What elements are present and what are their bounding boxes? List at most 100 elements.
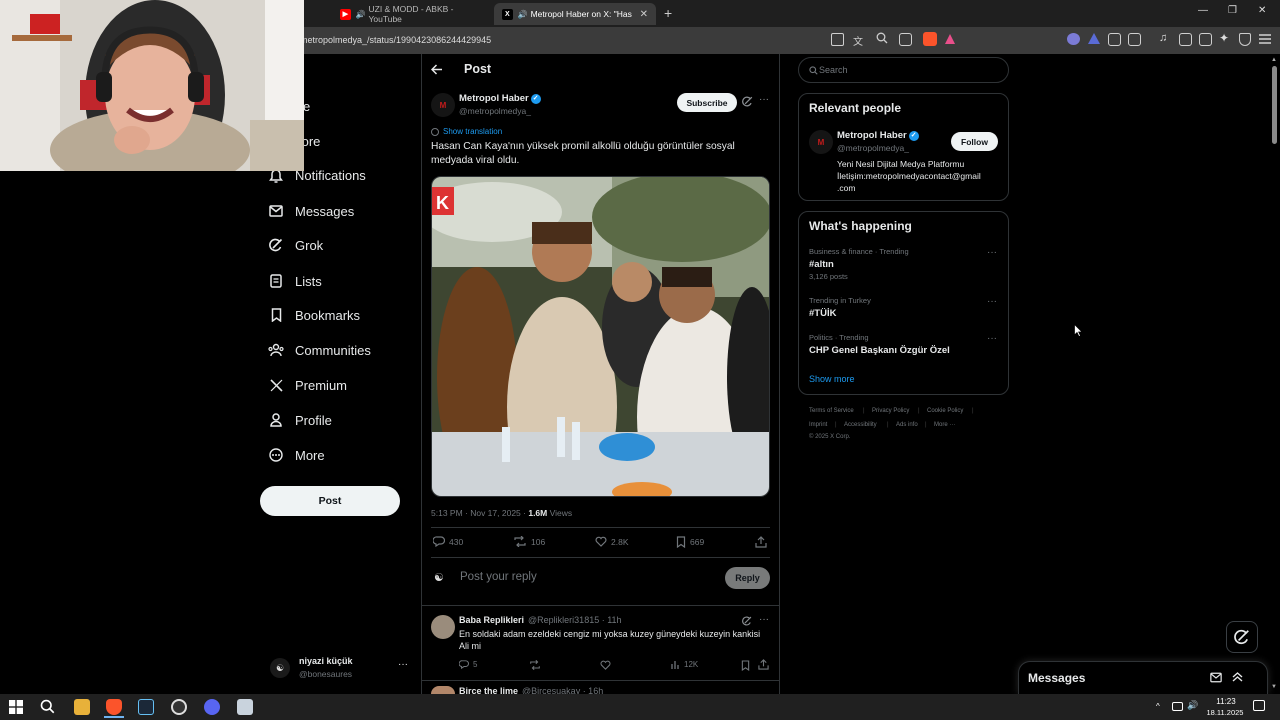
search-input[interactable]: Search [798, 57, 1009, 83]
repost-icon[interactable] [529, 660, 541, 670]
person-name-link[interactable]: Metropol Haber ✓ [837, 130, 919, 141]
notification-center-icon[interactable] [1253, 700, 1265, 711]
nav-lists[interactable]: Lists [268, 268, 322, 294]
scrollbar-thumb[interactable] [1272, 66, 1277, 144]
puzzle-icon[interactable] [1108, 33, 1121, 46]
footer-link[interactable]: Imprint [809, 422, 827, 428]
nav-grok[interactable]: Grok [268, 232, 323, 258]
discord-icon[interactable] [204, 699, 220, 715]
avatar[interactable] [431, 615, 455, 639]
app-icon[interactable] [237, 699, 253, 715]
close-tab-icon[interactable]: ✕ [640, 9, 648, 20]
trend-item[interactable]: Trending in Turkey #TÜİK [809, 296, 871, 319]
reply-replies-action[interactable]: 5 [459, 660, 477, 669]
repost-action[interactable]: 106 [513, 536, 545, 547]
footer-link[interactable]: Privacy Policy [872, 408, 909, 414]
zoom-icon[interactable] [876, 32, 888, 44]
reply-action[interactable]: 430 [433, 536, 463, 547]
windows-start-icon[interactable] [9, 700, 23, 714]
reply-author[interactable]: Baba Replikleri @Replikleri31815 · 11h [459, 615, 622, 625]
leo-ai-icon[interactable]: ✦ [1219, 31, 1229, 45]
more-dots-icon[interactable]: ··· [987, 247, 997, 258]
grok-icon[interactable] [742, 96, 753, 107]
translate-icon[interactable]: 文 [853, 33, 863, 48]
nav-messages[interactable]: Messages [268, 198, 354, 224]
brave-shields-icon[interactable] [923, 32, 937, 46]
footer-link[interactable]: Cookie Policy [927, 408, 963, 414]
address-bar[interactable]: metropolmedya_/status/199042308624442994… [300, 35, 491, 45]
avatar[interactable]: M [809, 130, 833, 154]
wallet-icon[interactable] [1199, 33, 1212, 46]
tab-x-post[interactable]: X 🔊 Metropol Haber on X: "Hasan ✕ [494, 3, 656, 25]
reply-author[interactable]: Birce the lime @Bircesuakay · 16h [459, 686, 603, 694]
footer-link[interactable]: Terms of Service [809, 408, 854, 414]
reply-button[interactable]: Reply [725, 567, 770, 589]
screen-icon[interactable] [831, 33, 844, 46]
nav-profile[interactable]: Profile [268, 407, 332, 433]
more-dots-icon[interactable]: ··· [398, 659, 408, 670]
like-action[interactable]: 2.8K [595, 536, 629, 547]
network-icon[interactable] [1172, 702, 1183, 711]
post-media-video[interactable]: K [431, 176, 770, 497]
share-action[interactable] [755, 536, 771, 548]
page-scrollbar[interactable] [1270, 54, 1280, 694]
footer-link[interactable]: Accessibility [844, 422, 877, 428]
nav-communities[interactable]: Communities [268, 337, 371, 363]
volume-icon[interactable]: 🔊 [1187, 700, 1198, 711]
nav-premium[interactable]: Premium [268, 372, 347, 398]
taskbar-time[interactable]: 11:23 [1212, 697, 1240, 706]
nav-more[interactable]: More [268, 442, 325, 468]
back-arrow-icon[interactable] [431, 64, 443, 75]
nav-bookmarks[interactable]: Bookmarks [268, 302, 360, 328]
more-dots-icon[interactable]: ··· [759, 614, 769, 625]
bookmark-action[interactable]: 669 [676, 536, 704, 548]
minimize-button[interactable]: — [1198, 5, 1208, 16]
reply-input[interactable]: Post your reply [460, 571, 537, 583]
show-more-link[interactable]: Show more [809, 374, 855, 384]
grok-icon[interactable] [742, 616, 752, 626]
trend-item[interactable]: Business & finance · Trending #altın 3,1… [809, 247, 909, 281]
subscribe-button[interactable]: Subscribe [677, 93, 737, 112]
views-action[interactable]: 12K [671, 660, 698, 669]
scroll-up-arrow-icon[interactable]: ▲ [1271, 57, 1277, 63]
taskbar-date[interactable]: 18.11.2025 [1202, 708, 1248, 717]
search-icon[interactable] [40, 699, 55, 714]
post-compose-button[interactable]: Post [260, 486, 400, 516]
extension-icon[interactable] [1067, 33, 1080, 45]
post-author[interactable]: Metropol Haber ✓ [459, 93, 541, 104]
more-dots-icon[interactable]: ··· [759, 94, 769, 105]
chevron-up-icon[interactable] [1232, 671, 1243, 682]
show-translation-link[interactable]: Show translation [431, 127, 502, 136]
tray-chevron-icon[interactable]: ^ [1156, 702, 1160, 711]
menu-icon[interactable] [1259, 34, 1271, 44]
more-dots-icon[interactable]: ··· [987, 296, 997, 307]
avatar[interactable] [431, 686, 455, 694]
more-dots-icon[interactable]: ··· [987, 333, 997, 344]
heart-icon[interactable] [600, 660, 611, 670]
brave-rewards-icon[interactable] [945, 34, 955, 44]
new-tab-button[interactable]: + [664, 5, 672, 21]
new-message-icon[interactable] [1210, 672, 1222, 683]
sidebar-icon[interactable] [1179, 33, 1192, 46]
trend-item[interactable]: Politics · Trending CHP Genel Başkanı Öz… [809, 333, 950, 356]
footer-link[interactable]: More ··· [934, 422, 955, 428]
file-explorer-icon[interactable] [74, 699, 90, 715]
footer-link[interactable]: Ads info [896, 422, 918, 428]
share-icon[interactable] [899, 33, 912, 46]
bookmark-icon[interactable] [741, 660, 750, 671]
follow-button[interactable]: Follow [951, 132, 998, 151]
wallet-box-icon[interactable] [1128, 33, 1141, 46]
grok-floating-button[interactable] [1226, 621, 1258, 653]
obs-icon[interactable] [171, 699, 187, 715]
share-icon[interactable] [758, 659, 769, 670]
close-window-button[interactable]: ✕ [1258, 5, 1266, 16]
music-icon[interactable]: ♫ [1159, 32, 1167, 44]
restore-button[interactable]: ❐ [1228, 5, 1237, 16]
shield-icon[interactable] [1239, 33, 1251, 46]
scroll-down-arrow-icon[interactable]: ▼ [1271, 684, 1277, 690]
steam-icon[interactable] [138, 699, 154, 715]
vpn-icon[interactable] [1088, 33, 1100, 44]
account-switcher[interactable]: ☯ niyazi küçük @bonesaures ··· [270, 654, 410, 682]
messages-drawer[interactable]: Messages [1018, 661, 1268, 694]
tab-youtube[interactable]: ▶ 🔊 UZI & MODD - ABKB - YouTube [332, 3, 492, 25]
